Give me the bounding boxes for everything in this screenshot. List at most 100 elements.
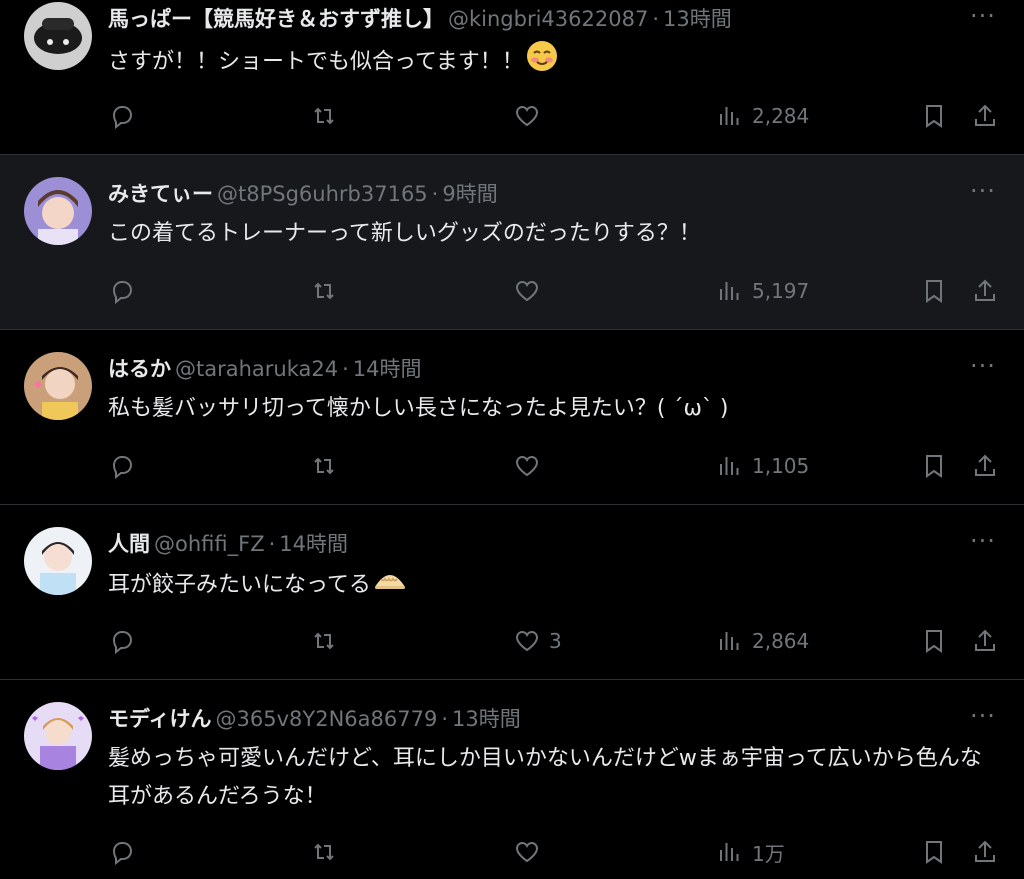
post-header: モディけん @365v8Y2N6a86779 · 13時間 bbox=[108, 705, 954, 733]
share-icon bbox=[975, 104, 995, 126]
post-header: はるか @taraharuka24 · 14時間 bbox=[108, 355, 954, 383]
separator: · bbox=[431, 182, 439, 206]
share-button[interactable] bbox=[971, 835, 999, 869]
reply-post[interactable]: みきてぃー @t8PSg6uhrb37165 · 9時間 ··· この着てるトレーナー… bbox=[0, 155, 1024, 330]
display-name[interactable]: モディけん bbox=[108, 707, 212, 731]
handle[interactable]: @ohfifi_FZ bbox=[154, 532, 265, 556]
reply-button[interactable] bbox=[108, 835, 136, 869]
like-button[interactable] bbox=[513, 449, 549, 483]
retweet-button[interactable] bbox=[310, 624, 338, 658]
reply-button[interactable] bbox=[108, 449, 136, 483]
bookmark-icon bbox=[926, 455, 942, 478]
smiling-face-emoji bbox=[526, 40, 558, 85]
display-name[interactable]: 馬っぱー【競馬好き＆おすず推し】 bbox=[108, 7, 444, 31]
views-icon bbox=[720, 843, 739, 861]
bookmark-button[interactable] bbox=[920, 99, 948, 133]
timestamp[interactable]: 13時間 bbox=[663, 7, 732, 31]
action-bar: 1,105 bbox=[0, 449, 1024, 483]
more-options-icon[interactable]: ··· bbox=[968, 179, 998, 211]
share-icon bbox=[975, 840, 995, 862]
bookmark-button[interactable] bbox=[920, 449, 948, 483]
display-name[interactable]: はるか bbox=[108, 357, 171, 381]
reply-post[interactable]: 馬っぱー【競馬好き＆おすず推し】 @kingbri43622087 · 13時間 ··… bbox=[0, 0, 1024, 155]
bookmark-button[interactable] bbox=[920, 624, 948, 658]
post-header: みきてぃー @t8PSg6uhrb37165 · 9時間 bbox=[108, 180, 954, 208]
handle[interactable]: @kingbri43622087 bbox=[448, 7, 648, 31]
share-icon bbox=[975, 279, 995, 301]
action-bar: 3 2,864 bbox=[0, 624, 1024, 658]
share-button[interactable] bbox=[971, 624, 999, 658]
bookmark-icon bbox=[926, 841, 942, 864]
dumpling-emoji bbox=[373, 565, 407, 606]
bookmark-icon bbox=[926, 105, 942, 128]
bookmark-button[interactable] bbox=[920, 274, 948, 308]
handle[interactable]: @t8PSg6uhrb37165 bbox=[217, 182, 428, 206]
timestamp[interactable]: 14時間 bbox=[353, 357, 422, 381]
more-options-icon[interactable]: ··· bbox=[968, 4, 998, 36]
handle[interactable]: @taraharuka24 bbox=[175, 357, 338, 381]
views-button[interactable]: 2,864 bbox=[716, 624, 809, 658]
post-text: 髪めっちゃ可愛いんだけど、耳にしか目いかないんだけどwまぁ宇宙って広いから色んな… bbox=[108, 740, 994, 816]
retweet-button[interactable] bbox=[310, 274, 338, 308]
bookmark-icon bbox=[926, 280, 942, 303]
heart-icon bbox=[515, 841, 539, 863]
retweet-icon bbox=[314, 107, 334, 125]
separator: · bbox=[441, 707, 449, 731]
heart-icon bbox=[515, 280, 539, 302]
bookmark-button[interactable] bbox=[920, 835, 948, 869]
more-options-icon[interactable]: ··· bbox=[968, 354, 998, 386]
heart-icon bbox=[515, 630, 539, 652]
avatar[interactable] bbox=[24, 2, 92, 70]
retweet-button[interactable] bbox=[310, 99, 338, 133]
handle[interactable]: @365v8Y2N6a86779 bbox=[216, 707, 438, 731]
reply-post[interactable]: モディけん @365v8Y2N6a86779 · 13時間 ··· 髪めっちゃ可愛いん… bbox=[0, 680, 1024, 879]
display-name[interactable]: 人間 bbox=[108, 532, 150, 556]
timestamp[interactable]: 9時間 bbox=[442, 182, 497, 206]
views-button[interactable]: 1万 bbox=[716, 835, 785, 869]
reply-feed: 馬っぱー【競馬好き＆おすず推し】 @kingbri43622087 · 13時間 ··… bbox=[0, 0, 1024, 879]
share-button[interactable] bbox=[971, 449, 999, 483]
display-name[interactable]: みきてぃー bbox=[108, 182, 213, 206]
like-button[interactable] bbox=[513, 274, 549, 308]
action-bar: 2,284 bbox=[0, 99, 1024, 133]
more-options-icon[interactable]: ··· bbox=[968, 704, 998, 736]
avatar[interactable] bbox=[24, 352, 92, 420]
views-button[interactable]: 1,105 bbox=[716, 449, 809, 483]
reply-post[interactable]: 人間 @ohfifi_FZ · 14時間 ··· 耳が餃子みたいになってる 3 2,8… bbox=[0, 505, 1024, 680]
reply-button[interactable] bbox=[108, 274, 136, 308]
separator: · bbox=[342, 357, 349, 381]
post-text: この着てるトレーナーって新しいグッズのだったりする？！ bbox=[108, 215, 994, 253]
retweet-button[interactable] bbox=[310, 449, 338, 483]
avatar[interactable] bbox=[24, 527, 92, 595]
like-button[interactable] bbox=[513, 99, 549, 133]
retweet-button[interactable] bbox=[310, 835, 338, 869]
post-header: 馬っぱー【競馬好き＆おすず推し】 @kingbri43622087 · 13時間 bbox=[108, 5, 954, 33]
reply-button[interactable] bbox=[108, 99, 136, 133]
views-button[interactable]: 2,284 bbox=[716, 99, 809, 133]
reply-icon bbox=[112, 842, 133, 866]
post-text: 私も髪バッサリ切って懐かしい長さになったよ見たい？( ˊωˋ ) bbox=[108, 390, 994, 428]
post-text: さすが！！ショートでも似合ってます！！ bbox=[108, 40, 994, 85]
share-button[interactable] bbox=[971, 99, 999, 133]
like-button[interactable]: 3 bbox=[513, 624, 562, 658]
retweet-icon bbox=[314, 843, 334, 861]
timestamp[interactable]: 13時間 bbox=[452, 707, 521, 731]
more-options-icon[interactable]: ··· bbox=[968, 529, 998, 561]
views-icon bbox=[720, 282, 739, 300]
like-count: 3 bbox=[549, 629, 562, 653]
share-button[interactable] bbox=[971, 274, 999, 308]
views-button[interactable]: 5,197 bbox=[716, 274, 809, 308]
timestamp[interactable]: 14時間 bbox=[279, 532, 348, 556]
post-text: 耳が餃子みたいになってる bbox=[108, 565, 994, 606]
reply-post[interactable]: はるか @taraharuka24 · 14時間 ··· 私も髪バッサリ切って懐かしい… bbox=[0, 330, 1024, 505]
like-button[interactable] bbox=[513, 835, 549, 869]
view-count: 2,284 bbox=[752, 104, 810, 128]
view-count: 2,864 bbox=[752, 629, 810, 653]
retweet-icon bbox=[314, 457, 334, 475]
avatar[interactable] bbox=[24, 177, 92, 245]
reply-button[interactable] bbox=[108, 624, 136, 658]
action-bar: 1万 bbox=[0, 835, 1024, 869]
post-header: 人間 @ohfifi_FZ · 14時間 bbox=[108, 530, 954, 558]
avatar[interactable] bbox=[24, 702, 92, 770]
retweet-icon bbox=[314, 632, 334, 650]
